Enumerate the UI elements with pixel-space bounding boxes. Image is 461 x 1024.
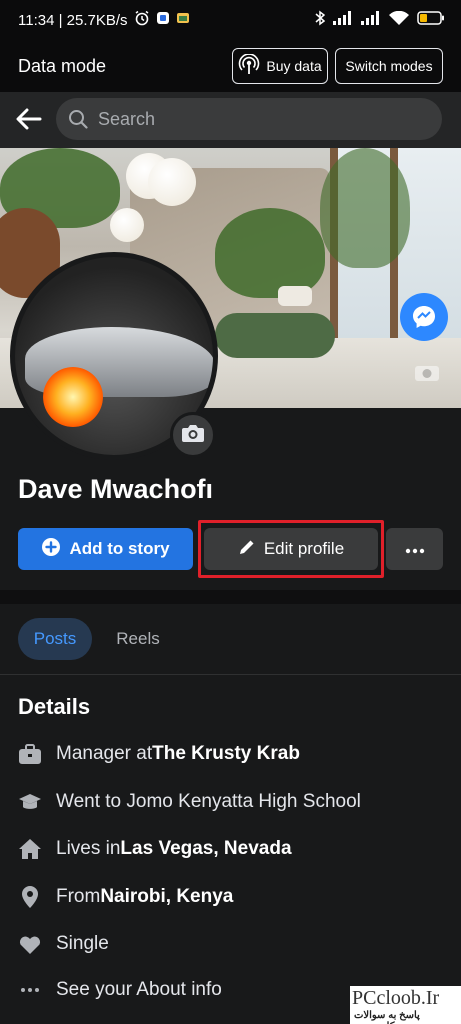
more-dots-icon bbox=[405, 539, 425, 559]
edit-profile-highlight-box bbox=[198, 520, 384, 578]
switch-modes-button[interactable]: Switch modes bbox=[335, 48, 443, 84]
profile-actions: Add to story Edit profile bbox=[18, 520, 443, 578]
search-header: Search bbox=[0, 92, 461, 148]
add-to-story-label: Add to story bbox=[69, 539, 170, 558]
search-input[interactable]: Search bbox=[56, 98, 442, 140]
detail-from[interactable]: From Nairobi, Kenya bbox=[18, 882, 233, 912]
detail-from-prefix: From bbox=[56, 886, 101, 907]
detail-relationship-text: Single bbox=[56, 933, 109, 954]
section-divider bbox=[0, 590, 461, 604]
back-arrow-icon[interactable] bbox=[14, 104, 44, 134]
detail-relationship[interactable]: Single bbox=[18, 929, 109, 959]
detail-education[interactable]: Went to Jomo Kenyatta High School bbox=[18, 787, 361, 817]
signal-2-icon bbox=[361, 11, 381, 29]
cover-camera-icon[interactable] bbox=[414, 362, 440, 382]
detail-work-prefix: Manager at bbox=[56, 743, 153, 764]
detail-lives-prefix: Lives in bbox=[56, 838, 121, 859]
gallery-notification-icon bbox=[176, 11, 190, 29]
watermark-line1: PCcloob.Ir bbox=[352, 987, 440, 1009]
search-icon bbox=[68, 109, 88, 134]
tab-reels[interactable]: Reels bbox=[102, 618, 174, 660]
buy-data-button[interactable]: Buy data bbox=[232, 48, 328, 84]
signal-1-icon bbox=[333, 11, 353, 29]
details-heading: Details bbox=[18, 694, 91, 719]
add-to-story-button[interactable]: Add to story bbox=[18, 528, 193, 570]
battery-icon bbox=[417, 11, 445, 29]
switch-modes-label: Switch modes bbox=[345, 58, 433, 74]
detail-work-value: The Krusty Krab bbox=[152, 743, 300, 764]
buy-data-label: Buy data bbox=[266, 58, 322, 74]
detail-education-text: Went to Jomo Kenyatta High School bbox=[56, 791, 361, 812]
status-bar: 11:34 | 25.7KB/s bbox=[0, 0, 461, 40]
plus-circle-icon bbox=[41, 537, 61, 562]
profile-camera-button[interactable] bbox=[170, 412, 216, 458]
bluetooth-icon bbox=[315, 10, 326, 30]
notification-app-icon bbox=[156, 11, 170, 29]
location-pin-icon bbox=[18, 885, 42, 909]
profile-name: Dave Mwachofı bbox=[18, 474, 214, 504]
alarm-icon bbox=[134, 10, 150, 30]
data-mode-title: Data mode bbox=[18, 56, 107, 76]
tabs-divider bbox=[0, 674, 461, 675]
see-about-info-link[interactable]: See your About info bbox=[18, 975, 222, 1005]
wifi-icon bbox=[389, 10, 409, 30]
camera-icon bbox=[181, 423, 205, 448]
detail-work[interactable]: Manager at The Krusty Krab bbox=[18, 739, 300, 769]
briefcase-icon bbox=[18, 742, 42, 766]
more-dots-icon bbox=[18, 978, 42, 1002]
home-icon bbox=[18, 837, 42, 861]
broadcast-icon bbox=[238, 52, 260, 79]
more-options-button[interactable] bbox=[386, 528, 443, 570]
search-placeholder: Search bbox=[98, 109, 156, 129]
detail-from-value: Nairobi, Kenya bbox=[100, 886, 234, 907]
see-about-info-label: See your About info bbox=[56, 979, 222, 1000]
messenger-chat-button[interactable] bbox=[400, 293, 448, 341]
detail-lives-in[interactable]: Lives in Las Vegas, Nevada bbox=[18, 834, 292, 864]
detail-lives-value: Las Vegas, Nevada bbox=[120, 838, 292, 859]
data-mode-bar: Data mode Buy data Switch modes bbox=[0, 40, 461, 92]
watermark-logo: PCcloob.Ir پاسخ به سوالات کامپیوتری bbox=[350, 986, 461, 1024]
watermark-line2: پاسخ به سوالات کامپیوتری bbox=[354, 1010, 420, 1024]
tab-posts[interactable]: Posts bbox=[18, 618, 92, 660]
status-time-speed: 11:34 | 25.7KB/s bbox=[18, 11, 128, 29]
graduation-cap-icon bbox=[18, 790, 42, 814]
heart-icon bbox=[18, 932, 42, 956]
